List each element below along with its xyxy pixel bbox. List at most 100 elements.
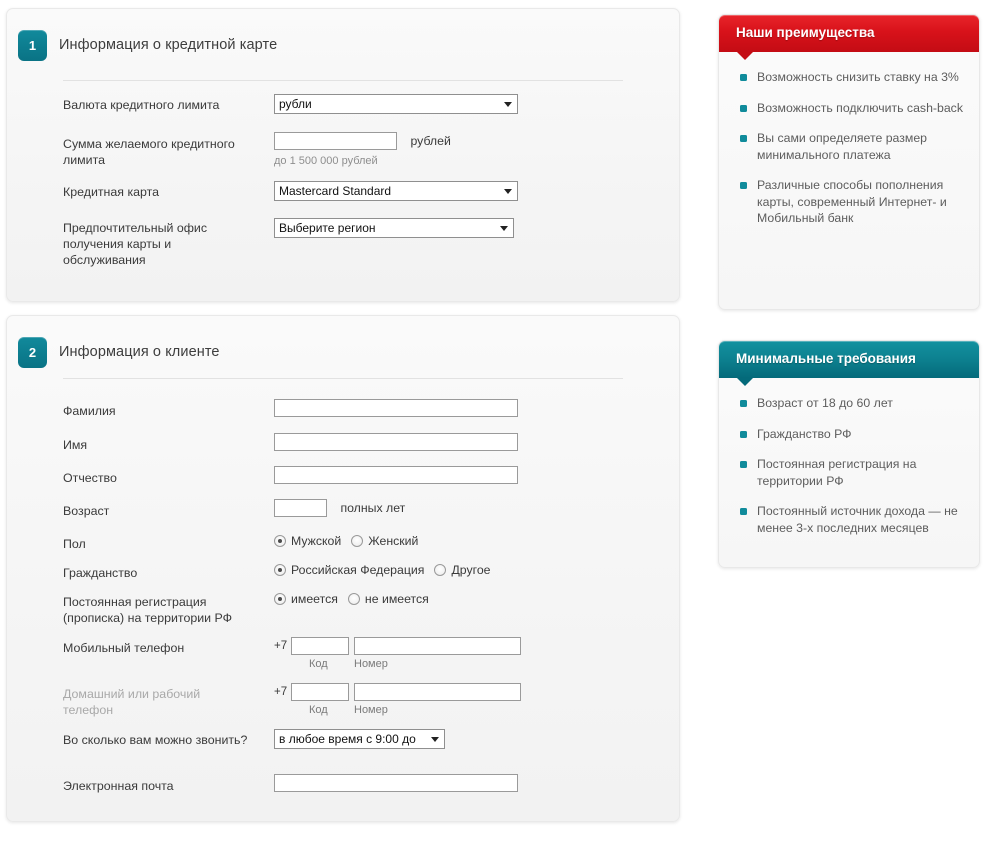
- list-item-text: Постоянный источник дохода — не менее 3-…: [757, 504, 958, 535]
- control-email: [274, 774, 518, 792]
- requirements-header: Минимальные требования: [719, 341, 979, 386]
- bullet-icon: [740, 74, 747, 81]
- control-home-phone: +7 Код Номер: [274, 683, 522, 720]
- list-item-text: Различные способы пополнения карты, совр…: [757, 178, 947, 225]
- panel-header: 1 Информация о кредитной карте: [7, 9, 679, 65]
- citizenship-option-label: Российская Федерация: [291, 563, 425, 577]
- requirements-list: Возраст от 18 до 60 лет Гражданство РФ П…: [719, 378, 979, 536]
- home-country-code: +7: [274, 686, 288, 698]
- gender-option-label: Мужской: [291, 534, 342, 548]
- advantages-title: Наши преимущества: [736, 25, 875, 40]
- list-item: Постоянный источник дохода — не менее 3-…: [733, 503, 963, 536]
- citizenship-radio-other[interactable]: Другое: [434, 563, 491, 577]
- registration-radio-group: имеется не имеется: [274, 592, 429, 606]
- control-call-time: в любое время с 9:00 до: [274, 729, 445, 749]
- office-select-wrap[interactable]: Выберите регион: [274, 218, 514, 238]
- radio-icon[interactable]: [274, 593, 286, 605]
- amount-hint: до 1 500 000 рублей: [274, 155, 378, 168]
- control-patronymic: [274, 466, 518, 484]
- label-mobile-phone: Мобильный телефон: [63, 641, 185, 655]
- bullet-icon: [740, 461, 747, 468]
- home-number-input[interactable]: [354, 683, 522, 701]
- card-type-select[interactable]: Mastercard Standard: [274, 181, 518, 201]
- currency-select[interactable]: рубли: [274, 94, 518, 114]
- bullet-icon: [740, 430, 747, 438]
- panel-title-client: Информация о клиенте: [59, 344, 220, 360]
- list-item: Гражданство РФ: [733, 426, 963, 443]
- control-card-type: Mastercard Standard: [274, 181, 518, 201]
- age-suffix: полных лет: [340, 501, 406, 515]
- step-badge-2: 2: [18, 337, 47, 368]
- list-item-text: Гражданство РФ: [757, 426, 852, 441]
- office-select[interactable]: Выберите регион: [274, 218, 514, 238]
- home-code-input[interactable]: [291, 683, 350, 701]
- mobile-code-sublabel: Код: [309, 658, 328, 670]
- step-badge-1: 1: [18, 30, 47, 61]
- radio-icon[interactable]: [274, 535, 286, 547]
- currency-select-wrap[interactable]: рубли: [274, 94, 518, 114]
- mobile-number-sublabel: Номер: [354, 658, 388, 670]
- bullet-icon: [740, 135, 747, 142]
- radio-icon[interactable]: [347, 593, 360, 605]
- citizenship-radio-group: Российская Федерация Другое: [274, 563, 491, 577]
- registration-radio-no[interactable]: не имеется: [347, 592, 429, 606]
- card-type-select-wrap[interactable]: Mastercard Standard: [274, 181, 518, 201]
- bullet-icon: [740, 104, 747, 112]
- radio-icon[interactable]: [274, 564, 286, 576]
- firstname-input[interactable]: [274, 433, 518, 451]
- radio-icon[interactable]: [351, 535, 364, 547]
- mobile-code-input[interactable]: [291, 637, 350, 655]
- gender-radio-group: Мужской Женский: [274, 534, 418, 548]
- client-info-panel: 2 Информация о клиенте Фамилия Имя Отчес…: [6, 315, 680, 822]
- mobile-number-input[interactable]: [354, 637, 522, 655]
- email-input[interactable]: [274, 774, 518, 792]
- list-item-text: Возраст от 18 до 60 лет: [757, 396, 893, 410]
- label-call-time: Во сколько вам можно звонить?: [63, 733, 248, 747]
- label-lastname: Фамилия: [63, 404, 116, 418]
- requirements-title: Минимальные требования: [736, 351, 916, 366]
- control-lastname: [274, 399, 518, 417]
- control-mobile-phone: +7 Код Номер: [274, 637, 522, 674]
- control-citizenship: Российская Федерация Другое: [274, 563, 491, 577]
- bullet-icon: [740, 182, 747, 189]
- label-office: Предпочтительный офис получения карты и …: [63, 221, 208, 267]
- label-patronymic: Отчество: [63, 471, 117, 485]
- control-amount: рублей до 1 500 000 рублей: [274, 132, 451, 167]
- control-registration: имеется не имеется: [274, 592, 429, 606]
- list-item: Возможность снизить ставку на 3%: [733, 69, 963, 86]
- bullet-icon: [740, 400, 747, 407]
- radio-icon[interactable]: [434, 564, 447, 576]
- registration-option-label: имеется: [291, 592, 338, 606]
- lastname-input[interactable]: [274, 399, 518, 417]
- label-age: Возраст: [63, 504, 110, 518]
- list-item-text: Вы сами определяете размер минимального …: [757, 131, 928, 162]
- gender-radio-male[interactable]: Мужской: [274, 534, 341, 548]
- home-code-sublabel: Код: [309, 704, 328, 716]
- patronymic-input[interactable]: [274, 466, 518, 484]
- label-email: Электронная почта: [63, 779, 174, 793]
- home-sublabels: Код Номер: [274, 704, 521, 720]
- registration-radio-yes[interactable]: имеется: [274, 592, 338, 606]
- label-home-phone: Домашний или рабочий телефон: [63, 687, 201, 717]
- gender-radio-female[interactable]: Женский: [351, 534, 418, 548]
- label-firstname: Имя: [63, 438, 88, 452]
- mobile-sublabels: Код Номер: [274, 658, 521, 674]
- label-currency: Валюта кредитного лимита: [63, 98, 220, 112]
- application-form-page: 1 Информация о кредитной карте Валюта кр…: [0, 0, 1006, 842]
- control-office: Выберите регион: [274, 218, 514, 238]
- age-input[interactable]: [274, 499, 327, 517]
- mobile-country-code: +7: [274, 640, 288, 652]
- ribbon-notch-icon: [737, 52, 753, 60]
- mobile-phone-line: +7: [274, 637, 522, 655]
- section-divider: [63, 80, 623, 81]
- ribbon-notch-icon: [737, 378, 753, 386]
- section-divider: [63, 378, 623, 379]
- label-gender: Пол: [63, 537, 86, 551]
- amount-input[interactable]: [274, 132, 397, 150]
- citizenship-radio-rf[interactable]: Российская Федерация: [274, 563, 424, 577]
- bullet-icon: [740, 508, 747, 515]
- advantages-panel: Наши преимущества Возможность снизить ст…: [718, 14, 980, 310]
- call-time-select[interactable]: в любое время с 9:00 до: [274, 729, 445, 749]
- call-time-select-wrap[interactable]: в любое время с 9:00 до: [274, 729, 445, 749]
- label-amount: Сумма желаемого кредитного лимита: [63, 137, 235, 167]
